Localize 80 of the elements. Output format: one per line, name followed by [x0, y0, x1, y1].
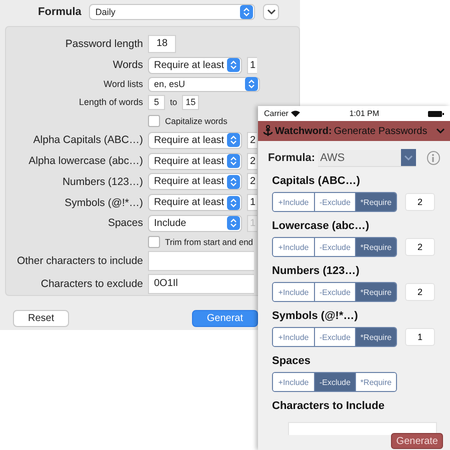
number-field[interactable]: 15	[182, 94, 200, 110]
clock: 1:01 PM	[349, 109, 380, 118]
segment[interactable]: *Require	[355, 238, 396, 256]
formula-popup[interactable]: Daily	[89, 4, 256, 20]
field-label: Word lists	[102, 79, 143, 90]
count-field[interactable]: 2	[247, 173, 257, 190]
segment[interactable]: *Require	[355, 193, 396, 211]
range-separator: to	[170, 97, 178, 108]
count-field[interactable]: 2	[405, 193, 435, 211]
carrier-label: Carrier	[264, 109, 288, 118]
word-list-popup[interactable]: en, esU	[148, 76, 260, 92]
stepper-icon[interactable]	[227, 58, 240, 72]
stepper-icon[interactable]	[227, 174, 240, 189]
segment[interactable]: -Exclude	[314, 283, 355, 301]
count-field[interactable]: 1	[247, 194, 257, 212]
dropdown-button[interactable]	[263, 4, 280, 20]
field-label: Numbers (123…)	[61, 176, 143, 188]
section-title: Spaces	[272, 355, 312, 367]
info-icon[interactable]	[426, 151, 440, 165]
section-title: Characters to Include	[272, 400, 386, 412]
rule-popup[interactable]: Require at least	[148, 194, 242, 212]
app-name: Watchword:	[275, 126, 332, 136]
generate-button[interactable]: Generate	[391, 433, 443, 449]
segment[interactable]: +Include	[273, 193, 314, 211]
number-field[interactable]: 5	[148, 94, 165, 110]
section-title: Lowercase (abc…)	[272, 220, 370, 232]
count-field[interactable]: 2	[405, 238, 435, 256]
number-field[interactable]: 18	[148, 34, 176, 53]
rule-popup[interactable]: Require at least	[148, 56, 242, 74]
field-label: Alpha Capitals (ABC…)	[32, 134, 143, 146]
stepper-icon[interactable]	[227, 216, 240, 230]
checkbox[interactable]	[148, 114, 160, 126]
battery-icon	[428, 110, 444, 116]
section-title: Numbers (123…)	[272, 265, 360, 277]
section-title: Capitals (ABC…)	[272, 175, 362, 187]
checkbox[interactable]	[148, 236, 160, 248]
segment[interactable]: -Exclude	[314, 193, 355, 211]
count-field[interactable]: 2	[247, 152, 257, 170]
field-label: Length of words	[78, 97, 143, 108]
formula-select[interactable]: AWS	[318, 150, 416, 166]
count-field[interactable]: 2	[247, 132, 257, 149]
segment[interactable]: -Exclude	[314, 328, 355, 346]
stepper-icon[interactable]	[240, 5, 254, 19]
field-label: Characters to exclude	[40, 278, 143, 290]
stepper-icon[interactable]	[227, 154, 240, 168]
stepper-icon[interactable]	[227, 196, 240, 210]
count-field[interactable]: 1	[247, 56, 257, 74]
rule-popup[interactable]: Require at least	[148, 152, 242, 170]
screen-title: Generate Passwords	[334, 126, 428, 136]
field-label: Password length	[64, 38, 143, 50]
wifi-icon	[291, 110, 300, 117]
checkbox-label: Trim from start and end	[165, 236, 254, 247]
segment[interactable]: *Require	[355, 373, 396, 391]
segment[interactable]: *Require	[355, 328, 396, 346]
field-label: Spaces	[106, 217, 143, 230]
count-field[interactable]: 1	[405, 328, 435, 346]
anchor-icon	[263, 125, 273, 137]
stepper-icon[interactable]	[227, 133, 240, 148]
field-label: Alpha lowercase (abc…)	[28, 155, 143, 168]
input-field[interactable]	[288, 422, 437, 435]
section-title: Symbols (@!*…)	[272, 310, 359, 322]
segment[interactable]: +Include	[273, 373, 314, 391]
segment[interactable]: +Include	[273, 328, 314, 346]
rule-popup[interactable]: Require at least	[148, 173, 242, 190]
count-field[interactable]: 2	[405, 283, 435, 301]
text-field[interactable]	[148, 250, 254, 271]
field-label: Symbols (@!*…)	[64, 196, 143, 209]
segment[interactable]: +Include	[273, 238, 314, 256]
reset-button[interactable]: Reset	[13, 310, 70, 327]
segment[interactable]: +Include	[273, 283, 314, 301]
checkbox-label: Capitalize words	[165, 116, 228, 126]
segment[interactable]: *Require	[355, 283, 396, 301]
field-label: Other characters to include	[16, 254, 143, 267]
text-field[interactable]: 0O1Il	[148, 274, 254, 294]
segment[interactable]: -Exclude	[314, 373, 355, 391]
rule-popup[interactable]: Require at least	[148, 132, 242, 149]
field-label: Words	[112, 59, 143, 72]
formula-label: Formula	[38, 6, 82, 18]
formula-label: Formula:	[268, 152, 316, 164]
segment[interactable]: -Exclude	[314, 238, 355, 256]
